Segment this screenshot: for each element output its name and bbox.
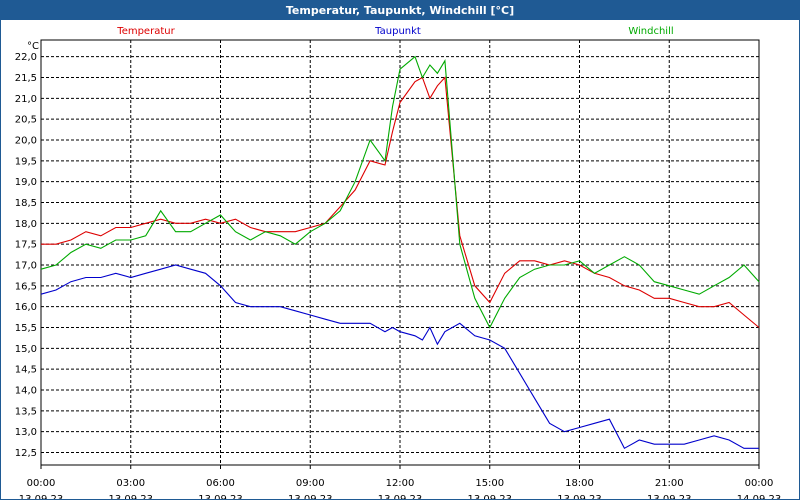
x-tick-time: 03:00 xyxy=(116,478,145,489)
y-tick-label: 22,0 xyxy=(15,52,37,63)
x-tick-date: 13.09.23 xyxy=(108,494,153,499)
x-tick-date: 13.09.23 xyxy=(467,494,512,499)
x-tick-time: 00:00 xyxy=(27,478,56,489)
y-tick-label: 15,5 xyxy=(15,323,37,334)
y-tick-label: 17,0 xyxy=(15,261,37,272)
y-tick-label: 17,5 xyxy=(15,240,37,251)
x-tick-date: 13.09.23 xyxy=(19,494,64,499)
x-tick-date: 13.09.23 xyxy=(378,494,423,499)
y-tick-label: 19,5 xyxy=(15,156,37,167)
x-tick-time: 15:00 xyxy=(475,478,504,489)
y-tick-label: 20,5 xyxy=(15,115,37,126)
y-tick-label: 13,0 xyxy=(15,427,37,438)
y-tick-label: 16,5 xyxy=(15,281,37,292)
x-tick-time: 06:00 xyxy=(206,478,235,489)
y-axis-unit: °C xyxy=(27,41,39,52)
y-tick-label: 12,5 xyxy=(15,448,37,459)
y-tick-label: 13,5 xyxy=(15,406,37,417)
x-tick-date: 13.09.23 xyxy=(288,494,333,499)
y-tick-label: 18,0 xyxy=(15,219,37,230)
legend-temperatur: Temperatur xyxy=(116,26,175,37)
x-tick-date: 13.09.23 xyxy=(647,494,692,499)
temperature-chart: 12,5 13,0 13,5 14,0 14,5 15,0 15,5 16,0 16,5 17,0… xyxy=(15,26,782,499)
x-tick-date: 13.09.23 xyxy=(557,494,602,499)
y-tick-label: 15,0 xyxy=(15,344,37,355)
y-tick-label: 14,5 xyxy=(15,365,37,376)
legend-taupunkt: Taupunkt xyxy=(374,26,421,37)
y-tick-label: 16,0 xyxy=(15,302,37,313)
y-tick-label: 19,0 xyxy=(15,177,37,188)
chart-window: Temperatur, Taupunkt, Windchill [°C] 12,… xyxy=(0,0,800,500)
y-tick-label: 18,5 xyxy=(15,198,37,209)
y-tick-label: 20,0 xyxy=(15,136,37,147)
y-tick-label: 14,0 xyxy=(15,386,37,397)
x-tick-time: 00:00 xyxy=(745,478,774,489)
x-tick-time: 09:00 xyxy=(296,478,325,489)
y-tick-label: 21,0 xyxy=(15,94,37,105)
x-tick-date: 14.09.23 xyxy=(737,494,782,499)
legend-windchill: Windchill xyxy=(628,26,673,37)
x-tick-time: 12:00 xyxy=(386,478,415,489)
window-title: Temperatur, Taupunkt, Windchill [°C] xyxy=(1,1,799,20)
y-tick-label: 21,5 xyxy=(15,73,37,84)
x-tick-time: 21:00 xyxy=(655,478,684,489)
x-tick-date: 13.09.23 xyxy=(198,494,243,499)
x-tick-time: 18:00 xyxy=(565,478,594,489)
